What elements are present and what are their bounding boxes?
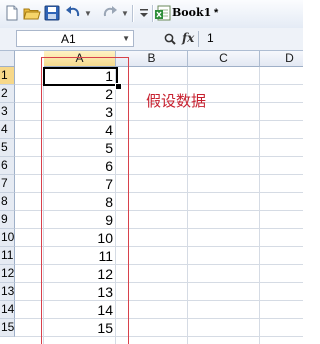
row-header[interactable]: 11 xyxy=(0,247,15,265)
row-header[interactable]: 14 xyxy=(0,301,15,319)
insert-function-icon[interactable]: fx xyxy=(182,31,194,45)
row-header[interactable]: 1 xyxy=(0,67,15,85)
row-header[interactable]: 2 xyxy=(0,85,15,103)
undo-dropdown-icon[interactable]: ▼ xyxy=(84,10,92,18)
column-header-c[interactable]: C xyxy=(188,51,260,67)
row-header[interactable]: 15 xyxy=(0,319,15,337)
formula-input[interactable]: 1 xyxy=(207,31,214,45)
redo-icon[interactable] xyxy=(101,4,119,22)
column-header-d[interactable]: D xyxy=(260,51,303,67)
undo-icon[interactable] xyxy=(64,4,82,22)
column-gridline xyxy=(259,67,260,344)
select-all-corner[interactable] xyxy=(0,51,15,67)
quick-access-toolbar: ▼ ▼ Book1 * xyxy=(0,0,303,29)
row-header[interactable]: 5 xyxy=(0,139,15,157)
row-header[interactable]: 4 xyxy=(0,121,15,139)
row-header[interactable]: 10 xyxy=(0,229,15,247)
row-header[interactable]: 7 xyxy=(0,175,15,193)
row-header[interactable]: 3 xyxy=(0,103,15,121)
workbook-icon[interactable] xyxy=(154,4,172,22)
formula-bar: A1 ▼ fx 1 xyxy=(0,28,303,51)
search-function-icon[interactable] xyxy=(163,32,177,46)
new-document-icon[interactable] xyxy=(3,4,21,22)
row-header[interactable]: 12 xyxy=(0,265,15,283)
annotation-label: 假设数据 xyxy=(146,93,207,110)
redo-dropdown-icon[interactable]: ▼ xyxy=(121,10,129,18)
data-highlight-box xyxy=(41,57,129,344)
row-header[interactable]: 13 xyxy=(0,283,15,301)
worksheet-grid[interactable]: A B C D 1 2 3 4 5 6 7 8 9 10 11 12 13 14 15 1234567891… xyxy=(0,51,303,344)
formula-divider xyxy=(198,31,199,47)
unsaved-marker: * xyxy=(214,7,219,19)
save-icon[interactable] xyxy=(43,4,61,22)
row-header[interactable]: 9 xyxy=(0,211,15,229)
open-folder-icon[interactable] xyxy=(23,4,41,22)
name-box-value: A1 xyxy=(61,32,76,46)
chevron-down-icon[interactable]: ▼ xyxy=(122,35,130,43)
row-header[interactable]: 6 xyxy=(0,157,15,175)
workbook-title: Book1 xyxy=(172,6,212,19)
row-header[interactable]: 8 xyxy=(0,193,15,211)
toolbar-separator xyxy=(152,5,153,22)
name-box[interactable]: A1 ▼ xyxy=(16,30,134,47)
toolbar-separator xyxy=(132,5,133,22)
spreadsheet-window: ▼ ▼ Book1 * A1 ▼ fx 1 A B C D 1 2 3 4 5 … xyxy=(0,0,303,344)
